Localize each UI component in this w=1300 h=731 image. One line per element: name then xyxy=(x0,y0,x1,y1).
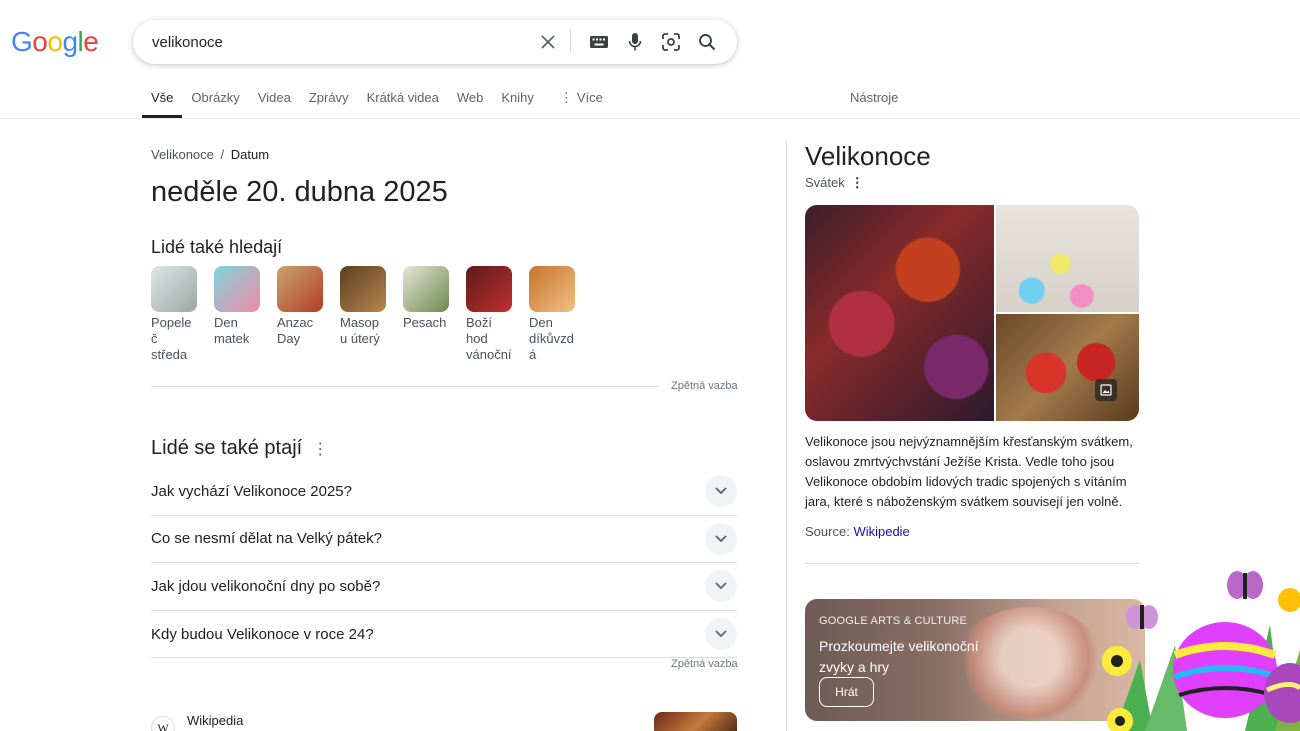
chevron-down-icon[interactable] xyxy=(705,522,737,555)
related-search-label: Den díkůvzdá xyxy=(529,315,574,362)
more-options-icon[interactable]: ⋮ xyxy=(312,439,328,459)
question-row[interactable]: Kdy budou Velikonoce v roce 24? xyxy=(151,611,737,659)
related-search-item[interactable]: Den matek xyxy=(214,266,277,363)
easter-eggs-image-top-right[interactable] xyxy=(996,205,1139,312)
question-text: Jak jdou velikonoční dny po sobě? xyxy=(151,577,381,595)
related-search-label: Boží hod vánoční xyxy=(466,315,512,362)
related-search-item[interactable]: Pesach xyxy=(403,266,466,363)
easter-eggs-image-large[interactable] xyxy=(805,205,994,421)
related-search-label: Masopu úterý xyxy=(340,315,380,346)
related-search-thumbnail xyxy=(214,266,260,312)
column-divider xyxy=(786,140,787,731)
logo-letter: G xyxy=(11,26,33,57)
people-also-ask-title: Lidé se také ptají ⋮ xyxy=(151,437,328,460)
people-also-search-title: Lidé také hledají xyxy=(151,237,283,257)
related-search-thumbnail xyxy=(466,266,512,312)
chevron-down-icon[interactable] xyxy=(705,570,737,603)
related-search-item[interactable]: Anzac Day xyxy=(277,266,340,363)
featured-answer: neděle 20. dubna 2025 xyxy=(151,176,448,208)
arts-culture-text: Prozkoumejte velikonoční zvyky a hry xyxy=(819,638,979,675)
easter-doodle[interactable] xyxy=(1095,555,1300,731)
tab-obrazky[interactable]: Obrázky xyxy=(182,80,248,118)
source-link[interactable]: Wikipedie xyxy=(853,524,909,539)
arts-culture-label: GOOGLE ARTS & CULTURE xyxy=(819,615,968,627)
related-search-thumbnail xyxy=(403,266,449,312)
related-search-thumbnail xyxy=(277,266,323,312)
chevron-down-icon[interactable] xyxy=(705,618,737,651)
related-search-label: Den matek xyxy=(214,315,250,346)
related-search-label: Anzac Day xyxy=(277,315,314,346)
knowledge-panel-title: Velikonoce xyxy=(805,141,931,171)
tab-more[interactable]: Více xyxy=(551,80,612,118)
tab-kratka-videa[interactable]: Krátká videa xyxy=(358,80,448,118)
tab-web[interactable]: Web xyxy=(448,80,493,118)
lens-icon[interactable] xyxy=(657,28,685,56)
result-source-name[interactable]: Wikipedia xyxy=(187,713,243,728)
chevron-down-icon[interactable] xyxy=(705,475,737,508)
breadcrumb-separator: / xyxy=(220,147,225,162)
image-gallery-icon[interactable] xyxy=(1095,379,1117,401)
search-tabs: Vše Obrázky Videa Zprávy Krátká videa We… xyxy=(142,80,612,118)
wikipedia-favicon: W xyxy=(151,716,175,731)
question-row[interactable]: Jak vychází Velikonoce 2025? xyxy=(151,468,737,516)
logo-letter: o xyxy=(47,26,63,57)
google-logo[interactable]: Google xyxy=(11,26,99,58)
entity-type: Svátek xyxy=(805,175,845,190)
breadcrumb-current: Datum xyxy=(230,147,270,162)
easter-egg-pink-icon xyxy=(1173,622,1278,718)
breadcrumb-parent[interactable]: Velikonoce xyxy=(151,147,214,162)
related-search-thumbnail xyxy=(151,266,197,312)
question-text: Kdy budou Velikonoce v roce 24? xyxy=(151,625,374,643)
question-text: Jak vychází Velikonoce 2025? xyxy=(151,482,352,500)
related-search-label: Pesach xyxy=(403,315,447,330)
tab-knihy[interactable]: Knihy xyxy=(492,80,543,118)
search-input[interactable] xyxy=(152,33,526,51)
tab-vse[interactable]: Vše xyxy=(142,80,183,118)
related-search-thumbnail xyxy=(529,266,575,312)
search-icon[interactable] xyxy=(693,28,721,56)
people-also-search-list: Popeleč středa Den matek Anzac Day Masopu ú… xyxy=(151,266,592,363)
butterfly-icon xyxy=(1126,571,1263,629)
question-text: Co se nesmí dělat na Velký pátek? xyxy=(151,530,382,548)
tab-videa[interactable]: Videa xyxy=(249,80,300,118)
keyboard-icon[interactable] xyxy=(585,28,613,56)
knowledge-panel-source: Source: Wikipedie xyxy=(805,524,910,539)
clear-icon[interactable] xyxy=(534,28,562,56)
feedback-link-2[interactable]: Zpětná vazba xyxy=(671,658,738,670)
more-options-icon[interactable]: ⋮ xyxy=(851,175,864,190)
source-prefix: Source: xyxy=(805,524,850,539)
easter-eggs-image-bottom-right[interactable] xyxy=(996,314,1139,421)
people-also-ask-heading: Lidé se také ptají xyxy=(151,437,303,459)
logo-letter: o xyxy=(32,26,48,57)
search-box xyxy=(133,20,737,64)
knowledge-panel-images[interactable] xyxy=(805,205,1139,421)
question-row[interactable]: Co se nesmí dělat na Velký pátek? xyxy=(151,516,737,564)
section-divider xyxy=(151,386,658,387)
knowledge-panel-subtitle: Svátek ⋮ xyxy=(805,175,864,191)
arts-culture-card[interactable]: GOOGLE ARTS & CULTURE Prozkoumejte velik… xyxy=(805,599,1145,721)
related-search-item[interactable]: Masopu úterý xyxy=(340,266,403,363)
people-also-ask-list: Jak vychází Velikonoce 2025? Co se nesmí … xyxy=(151,468,737,659)
question-row[interactable]: Jak jdou velikonoční dny po sobě? xyxy=(151,563,737,611)
related-search-item[interactable]: Boží hod vánoční xyxy=(466,266,529,363)
microphone-icon[interactable] xyxy=(621,28,649,56)
knowledge-panel-description: Velikonoce jsou nejvýznamnějším křesťans… xyxy=(805,434,1133,509)
tabs-divider xyxy=(0,118,1300,119)
tools-button[interactable]: Nástroje xyxy=(850,90,898,105)
related-search-label: Popeleč středa xyxy=(151,315,192,362)
tab-zpravy[interactable]: Zprávy xyxy=(300,80,358,118)
breadcrumb: Velikonoce / Datum xyxy=(151,147,269,162)
related-search-item[interactable]: Popeleč středa xyxy=(151,266,214,363)
search-box-divider xyxy=(570,30,571,54)
feedback-link[interactable]: Zpětná vazba xyxy=(671,380,738,392)
play-button[interactable]: Hrát xyxy=(819,677,874,707)
related-search-thumbnail xyxy=(340,266,386,312)
panel-divider xyxy=(805,563,1139,564)
logo-letter: e xyxy=(83,26,99,57)
logo-letter: g xyxy=(62,26,78,57)
related-search-item[interactable]: Den díkůvzdá xyxy=(529,266,592,363)
result-thumbnail[interactable] xyxy=(654,712,737,731)
